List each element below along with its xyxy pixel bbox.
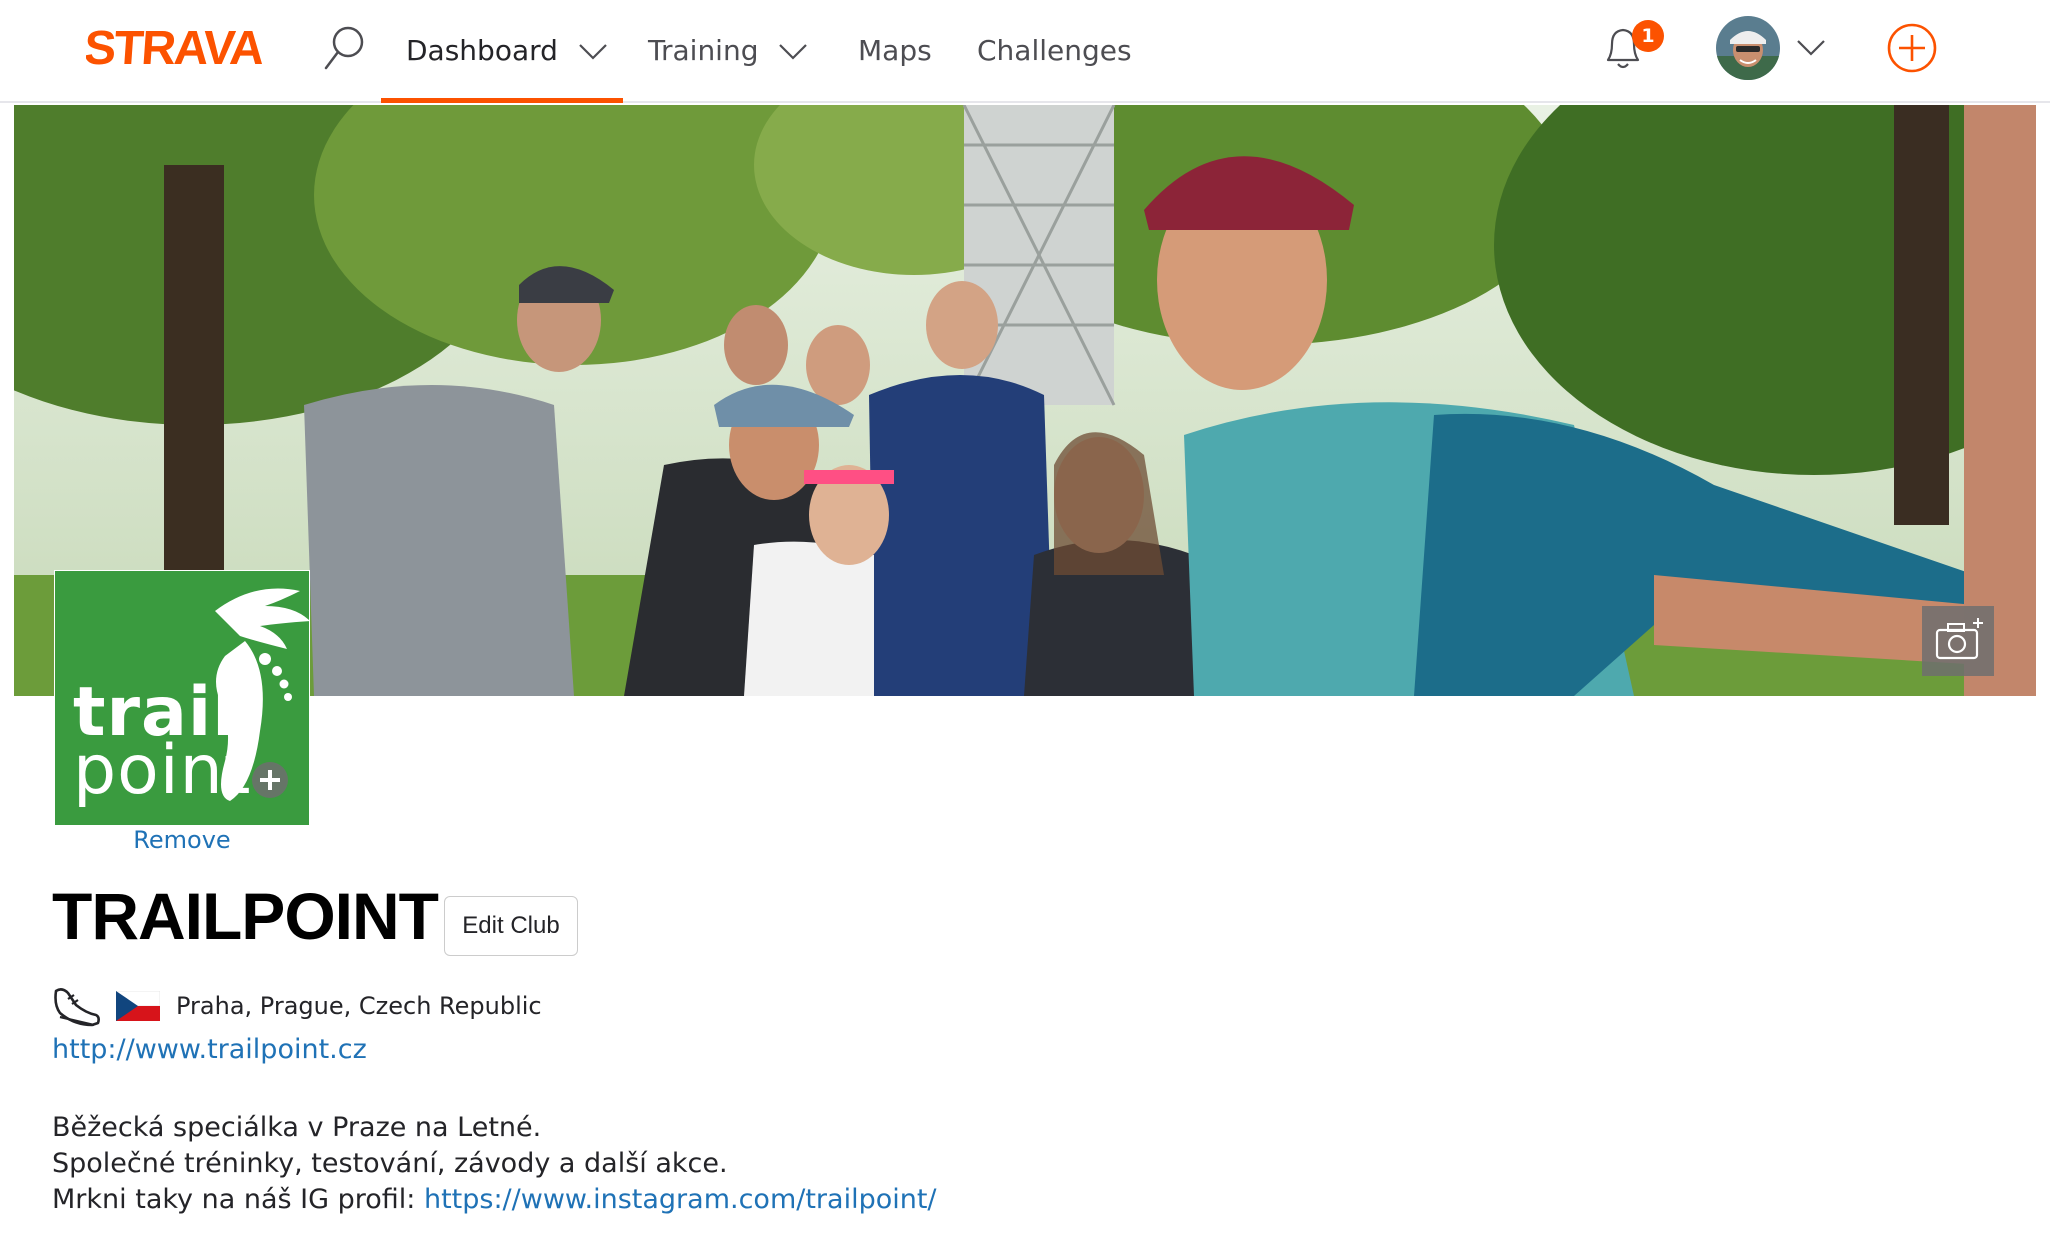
description-line-2: Společné tréninky, testování, závody a d… (52, 1148, 728, 1179)
add-photo-icon[interactable] (250, 760, 290, 800)
cover-photo (14, 105, 2036, 696)
description-line-3-text: Mrkni taky na náš IG profil: (52, 1184, 424, 1215)
top-navigation: STRAVA Dashboard Training Maps Challenge… (0, 0, 2050, 103)
description-line-1: Běžecká speciálka v Praze na Letné. (52, 1112, 542, 1143)
notification-badge: 1 (1632, 20, 1664, 52)
nav-maps[interactable]: Maps (858, 0, 932, 101)
avatar[interactable] (1716, 16, 1780, 80)
active-tab-indicator (381, 98, 623, 103)
strava-logo[interactable]: STRAVA (86, 22, 276, 72)
search-icon[interactable] (320, 24, 370, 74)
nav-training[interactable]: Training (648, 0, 810, 101)
club-description: Běžecká speciálka v Praze na Letné. Spol… (52, 1110, 937, 1218)
chevron-down-icon[interactable] (1794, 30, 1828, 64)
nav-maps-label: Maps (858, 34, 932, 67)
edit-club-button[interactable]: Edit Club (444, 896, 578, 956)
camera-icon[interactable] (1922, 606, 1994, 676)
nav-dashboard[interactable]: Dashboard (406, 0, 610, 101)
nav-dashboard-label: Dashboard (406, 34, 558, 67)
club-logo: trail point (54, 570, 310, 826)
czech-flag-icon (116, 991, 160, 1021)
club-meta: Praha, Prague, Czech Republic (52, 984, 542, 1028)
chevron-down-icon (579, 43, 607, 60)
svg-text:STRAVA: STRAVA (86, 22, 265, 72)
running-shoe-icon (54, 988, 100, 1027)
chevron-down-icon (779, 43, 808, 60)
nav-challenges-label: Challenges (977, 34, 1132, 67)
club-website-link[interactable]: http://www.trailpoint.cz (52, 1034, 367, 1065)
nav-challenges[interactable]: Challenges (977, 0, 1132, 101)
add-circle-icon[interactable] (1886, 22, 1938, 74)
club-name: TRAILPOINT (52, 879, 439, 953)
instagram-link[interactable]: https://www.instagram.com/trailpoint/ (424, 1184, 937, 1215)
description-line-3: Mrkni taky na náš IG profil: https://www… (52, 1182, 937, 1218)
club-location: Praha, Prague, Czech Republic (176, 992, 542, 1020)
club-logo-text-point: point (73, 731, 252, 810)
nav-training-label: Training (648, 34, 759, 67)
remove-logo-link[interactable]: Remove (54, 826, 310, 854)
